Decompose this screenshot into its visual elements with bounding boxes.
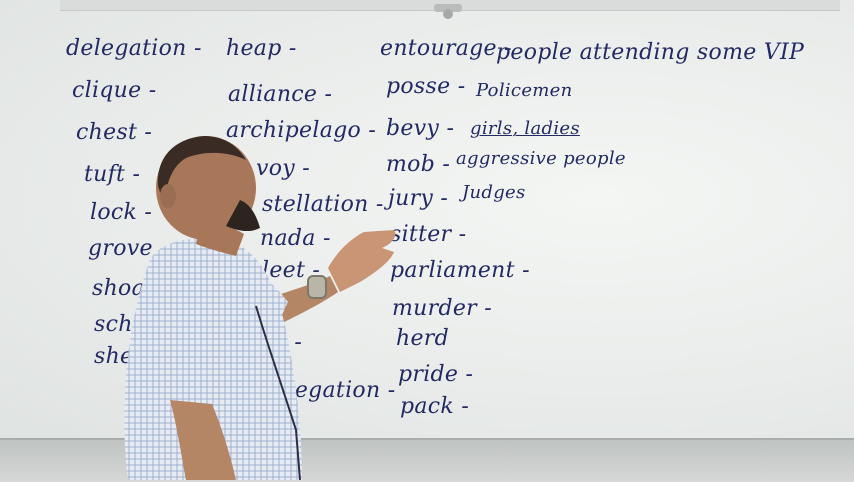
word-col2: archipelago - — [226, 118, 377, 143]
annotation-posse: Policemen — [476, 80, 573, 101]
word-col3: sitter - — [390, 222, 467, 247]
word-col3: herd — [396, 326, 449, 351]
annotation-entourage: people attending some VIP — [496, 40, 805, 65]
word-col3: pride - — [398, 362, 474, 387]
word-col2: voy - — [256, 156, 311, 181]
word-col1: tuft - — [84, 162, 141, 187]
board-clip-icon — [434, 4, 462, 19]
word-col2: heap - — [226, 36, 297, 61]
word-col2: t - — [278, 330, 303, 355]
word-col1: chest - — [76, 120, 153, 145]
word-col1: clique - — [72, 78, 157, 103]
annotation-jury: Judges — [462, 182, 526, 203]
board-ledge — [0, 438, 854, 482]
word-col1: grove - — [88, 236, 168, 261]
word-col3: murder - — [392, 296, 492, 321]
word-col3: posse - — [386, 74, 466, 99]
word-col2: alliance - — [228, 82, 333, 107]
word-col3: mob - — [386, 152, 451, 177]
word-col1: lock - — [90, 200, 153, 225]
word-col3: pack - — [400, 394, 470, 419]
word-col3: entourage - — [380, 36, 512, 61]
word-col3: jury - — [388, 186, 449, 211]
word-col2: stellation - — [262, 192, 384, 217]
annotation-bevy: girls, ladies — [470, 118, 580, 139]
word-col2: leet - — [262, 258, 321, 283]
word-col2: nada - — [260, 226, 331, 251]
word-col1: she — [94, 344, 134, 369]
whiteboard: delegation - clique - chest - tuft - loc… — [0, 0, 854, 440]
word-col1: sch — [94, 312, 133, 337]
word-col2: regation - — [284, 378, 396, 403]
annotation-mob: aggressive people — [456, 148, 626, 169]
word-col1: delegation - — [66, 36, 202, 61]
word-col3: parliament - — [390, 258, 530, 283]
word-col1: shoal — [92, 276, 153, 301]
word-col3: bevy - — [386, 116, 455, 141]
